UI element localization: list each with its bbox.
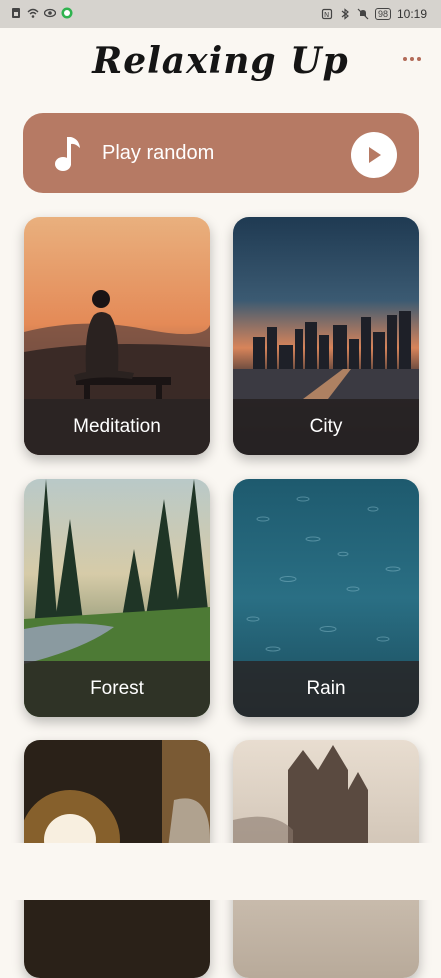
status-right-icons: N 98 10:19 (321, 7, 427, 21)
play-random-button[interactable] (351, 132, 397, 178)
sim-icon (12, 8, 20, 18)
category-label: Rain (233, 661, 419, 717)
category-card-rain[interactable]: Rain (233, 479, 419, 717)
more-icon-dot (410, 57, 414, 61)
more-icon (403, 57, 407, 61)
mute-icon (357, 8, 369, 20)
status-left-icons (10, 7, 73, 19)
bluetooth-icon (341, 8, 349, 20)
wifi-icon (27, 8, 39, 18)
nfc-icon: N (321, 8, 333, 20)
bottom-background (0, 843, 441, 900)
category-card-forest[interactable]: Forest (24, 479, 210, 717)
app-header: Relaxing Up (0, 28, 441, 100)
category-label: Forest (24, 661, 210, 717)
category-card-city[interactable]: City (233, 217, 419, 455)
category-card-meditation[interactable]: Meditation (24, 217, 210, 455)
battery-indicator: 98 (374, 8, 391, 20)
play-icon (369, 147, 381, 163)
eye-icon (44, 8, 56, 18)
more-options-button[interactable] (401, 54, 423, 64)
music-note-icon (55, 137, 80, 171)
status-time: 10:19 (396, 7, 427, 21)
category-label: City (233, 399, 419, 455)
chat-app-icon (61, 7, 73, 19)
more-icon-dot (417, 57, 421, 61)
svg-text:N: N (324, 11, 329, 19)
status-bar: N 98 10:19 (0, 0, 441, 28)
play-random-label: Play random (102, 142, 215, 164)
category-label: Meditation (24, 399, 210, 455)
app-title: Relaxing Up (92, 40, 349, 82)
play-random-card[interactable]: Play random (23, 113, 419, 193)
